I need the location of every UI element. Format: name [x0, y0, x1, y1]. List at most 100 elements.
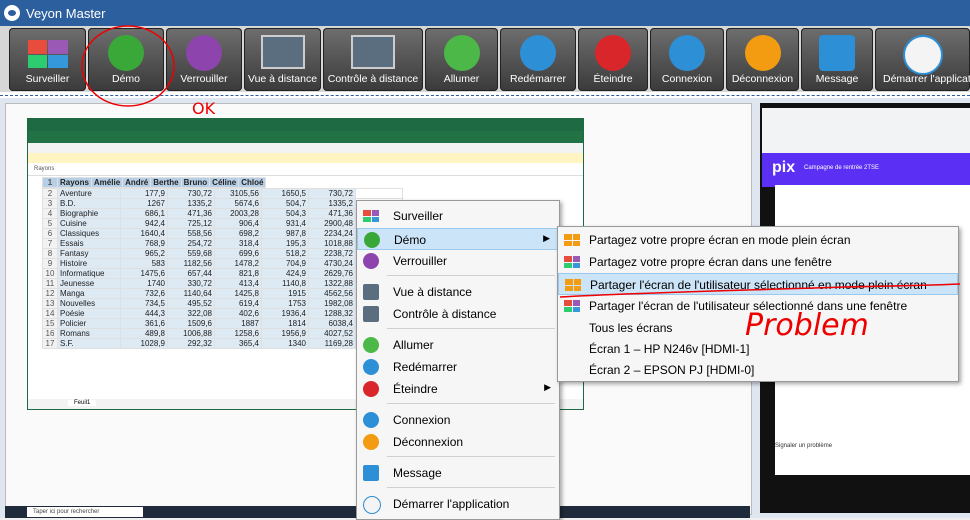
- table-cell: 1258,6: [214, 328, 262, 339]
- restart-button[interactable]: Redémarrer: [500, 28, 576, 91]
- pix-report-link[interactable]: Signaler un problème: [775, 443, 832, 449]
- row-number: 9: [42, 258, 58, 269]
- row-number: 7: [42, 238, 58, 249]
- table-cell: 1288,32: [308, 308, 356, 319]
- table-cell: Informatique: [57, 268, 121, 279]
- menu-item-power-on[interactable]: Allumer: [357, 334, 559, 356]
- menu-item-surveiller[interactable]: Surveiller: [357, 205, 559, 227]
- table-cell: 2003,28: [214, 208, 262, 219]
- submenu-item-screen-2[interactable]: Écran 2 – EPSON PJ [HDMI-0]: [558, 359, 958, 381]
- demo-submenu: Partagez votre propre écran en mode plei…: [557, 226, 959, 382]
- submenu-item-share-fullscreen[interactable]: Partagez votre propre écran en mode plei…: [558, 229, 958, 251]
- remote-view-button[interactable]: Vue à distance: [244, 28, 321, 91]
- table-cell: 2629,76: [308, 268, 356, 279]
- menu-item-message[interactable]: Message: [357, 462, 559, 484]
- message-button[interactable]: Message: [801, 28, 873, 91]
- row-number: 2: [42, 188, 58, 199]
- menu-item-login[interactable]: Connexion: [357, 409, 559, 431]
- surveiller-button[interactable]: Surveiller: [9, 28, 86, 91]
- table-cell: 195,3: [261, 238, 309, 249]
- lock-button[interactable]: Verrouiller: [166, 28, 242, 91]
- menu-item-label: Allumer: [393, 338, 434, 352]
- table-cell: 1915: [261, 288, 309, 299]
- menu-item-power-off[interactable]: Éteindre ▶: [357, 378, 559, 400]
- table-row: 8 Fantasy 965,2 559,68 699,6 518,2 2238,72: [42, 248, 403, 259]
- power-off-icon: [595, 35, 631, 71]
- table-cell: 330,72: [167, 278, 215, 289]
- logout-button[interactable]: Déconnexion: [726, 28, 799, 91]
- toolbar-label: Message: [815, 73, 859, 85]
- menu-item-start-app[interactable]: Démarrer l'application: [357, 493, 559, 515]
- toolbar-label: Allumer: [443, 73, 480, 85]
- power-on-button[interactable]: Allumer: [425, 28, 498, 91]
- menu-item-label: Connexion: [393, 413, 451, 427]
- table-cell: 2900,48: [308, 218, 356, 229]
- table-cell: Romans: [57, 328, 121, 339]
- submenu-item-label: Partagez votre propre écran dans une fen…: [589, 255, 832, 269]
- monitor-grid-icon: [27, 40, 68, 68]
- table-cell: 1340: [261, 338, 309, 349]
- table-cell: 1478,2: [214, 258, 262, 269]
- table-cell: 1650,5: [261, 188, 309, 199]
- table-cell: 2238,72: [308, 248, 356, 259]
- share-user-fullscreen-icon: [565, 279, 581, 291]
- menu-item-demo[interactable]: Démo ▶: [357, 228, 559, 250]
- pix-logo: pix: [772, 159, 796, 176]
- lock-icon: [363, 253, 379, 269]
- row-number: 3: [42, 198, 58, 209]
- table-cell: 495,52: [167, 298, 215, 309]
- table-cell: 730,72: [167, 188, 215, 199]
- table-cell: 657,44: [167, 268, 215, 279]
- submenu-item-share-window[interactable]: Partagez votre propre écran dans une fen…: [558, 251, 958, 273]
- lock-icon: [186, 35, 222, 71]
- formula-value: Rayons: [34, 166, 55, 172]
- row-number: 15: [42, 318, 58, 329]
- table-cell: 1140,64: [167, 288, 215, 299]
- table-cell: Policier: [57, 318, 121, 329]
- table-cell: 1475,6: [120, 268, 168, 279]
- table-cell: 558,56: [167, 228, 215, 239]
- sheet-tab[interactable]: Feuil1: [68, 400, 97, 406]
- table-cell: 177,9: [120, 188, 168, 199]
- table-row: 13 Nouvelles 734,5 495,52 619,4 1753 1982,08: [42, 298, 403, 309]
- row-number: 1: [42, 177, 58, 188]
- table-cell: [355, 188, 403, 199]
- table-cell: 444,3: [120, 308, 168, 319]
- col-header: Bruno: [180, 177, 211, 188]
- table-row: 6 Classiques 1640,4 558,56 698,2 987,8 2234,24: [42, 228, 403, 239]
- spreadsheet-grid: 1 Rayons Amélie André Berthe Bruno Célin…: [42, 177, 403, 349]
- menu-item-label: Message: [393, 466, 442, 480]
- table-cell: 942,4: [120, 218, 168, 229]
- menu-separator: [387, 456, 555, 457]
- login-button[interactable]: Connexion: [650, 28, 724, 91]
- row-number: 8: [42, 248, 58, 259]
- toolbar-label: Surveiller: [25, 73, 70, 85]
- table-cell: Biographie: [57, 208, 121, 219]
- menu-item-remote-control[interactable]: Contrôle à distance: [357, 303, 559, 325]
- restart-icon: [520, 35, 556, 71]
- browser-chrome: [762, 108, 970, 153]
- menu-item-remote-view[interactable]: Vue à distance: [357, 281, 559, 303]
- submenu-item-share-user-fullscreen[interactable]: Partager l'écran de l'utilisateur sélect…: [558, 273, 958, 295]
- table-cell: 1335,2: [167, 198, 215, 209]
- power-off-button[interactable]: Éteindre: [578, 28, 648, 91]
- logout-icon: [744, 35, 781, 71]
- login-icon: [363, 412, 379, 428]
- table-cell: 699,6: [214, 248, 262, 259]
- toolbar-label: Contrôle à distance: [327, 73, 419, 85]
- menu-item-restart[interactable]: Redémarrer: [357, 356, 559, 378]
- submenu-item-label: Écran 1 – HP N246v [HDMI-1]: [589, 342, 750, 356]
- table-cell: 730,72: [308, 188, 356, 199]
- share-window-icon: [564, 256, 580, 268]
- remote-control-button[interactable]: Contrôle à distance: [323, 28, 423, 91]
- table-cell: Nouvelles: [57, 298, 121, 309]
- table-cell: Fantasy: [57, 248, 121, 259]
- row-number: 12: [42, 288, 58, 299]
- menu-item-logout[interactable]: Déconnexion: [357, 431, 559, 453]
- demo-button[interactable]: Démo: [88, 28, 164, 91]
- taskbar-search[interactable]: Taper ici pour rechercher: [27, 507, 143, 517]
- menu-item-lock[interactable]: Verrouiller: [357, 250, 559, 272]
- pix-campaign: Campagne de rentrée 2TSE: [804, 165, 880, 171]
- start-app-button[interactable]: Démarrer l'application: [875, 28, 970, 91]
- table-cell: 1814: [261, 318, 309, 329]
